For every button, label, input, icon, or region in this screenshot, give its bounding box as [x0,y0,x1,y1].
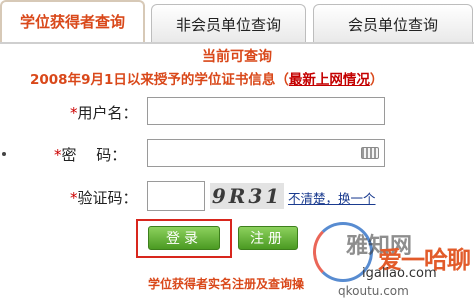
notice-text-end: ） [369,72,384,88]
password-label-text: 密 码： [61,146,127,164]
username-label: *用户名： [70,102,138,123]
tab-member-query[interactable]: 会员单位查询 [313,4,473,42]
required-mark: * [70,104,78,122]
notice-title: 当前可查询 [202,49,272,65]
captcha-image[interactable]: 9R31 [210,183,284,209]
username-input[interactable] [147,97,385,125]
tab-non-member-query[interactable]: 非会员单位查询 [151,4,306,42]
captcha-label-text: 验证码： [77,189,138,207]
login-button[interactable]: 登录 [148,226,220,250]
latest-status-link[interactable]: 最新上网情况 [289,72,370,88]
tab-divider [0,42,474,44]
tab-bar: 学位获得者查询 非会员单位查询 会员单位查询 [0,0,474,44]
username-label-text: 用户名： [77,104,138,122]
required-mark: * [54,146,62,164]
footer-note: 学位获得者实名注册及查询操 [148,277,305,291]
required-mark: * [70,189,78,207]
keyboard-icon[interactable] [361,147,379,159]
notice-description: 2008年9月1日以来授予的学位证书信息（最新上网情况） [30,68,383,88]
captcha-input[interactable] [147,181,205,211]
password-input[interactable] [147,139,385,167]
register-button[interactable]: 注册 [238,226,298,250]
captcha-refresh-link[interactable]: 不清楚，换一个 [288,188,376,207]
password-label: *密 码： [54,144,126,165]
decorative-dot [2,152,6,156]
watermark-url-secondary: qkoutu.com [338,284,409,298]
watermark-url: igaliao.com [362,266,437,281]
tab-degree-holder-query[interactable]: 学位获得者查询 [0,0,145,42]
notice-text: 2008年9月1日以来授予的学位证书信息（ [30,72,289,88]
captcha-label: *验证码： [70,187,138,208]
